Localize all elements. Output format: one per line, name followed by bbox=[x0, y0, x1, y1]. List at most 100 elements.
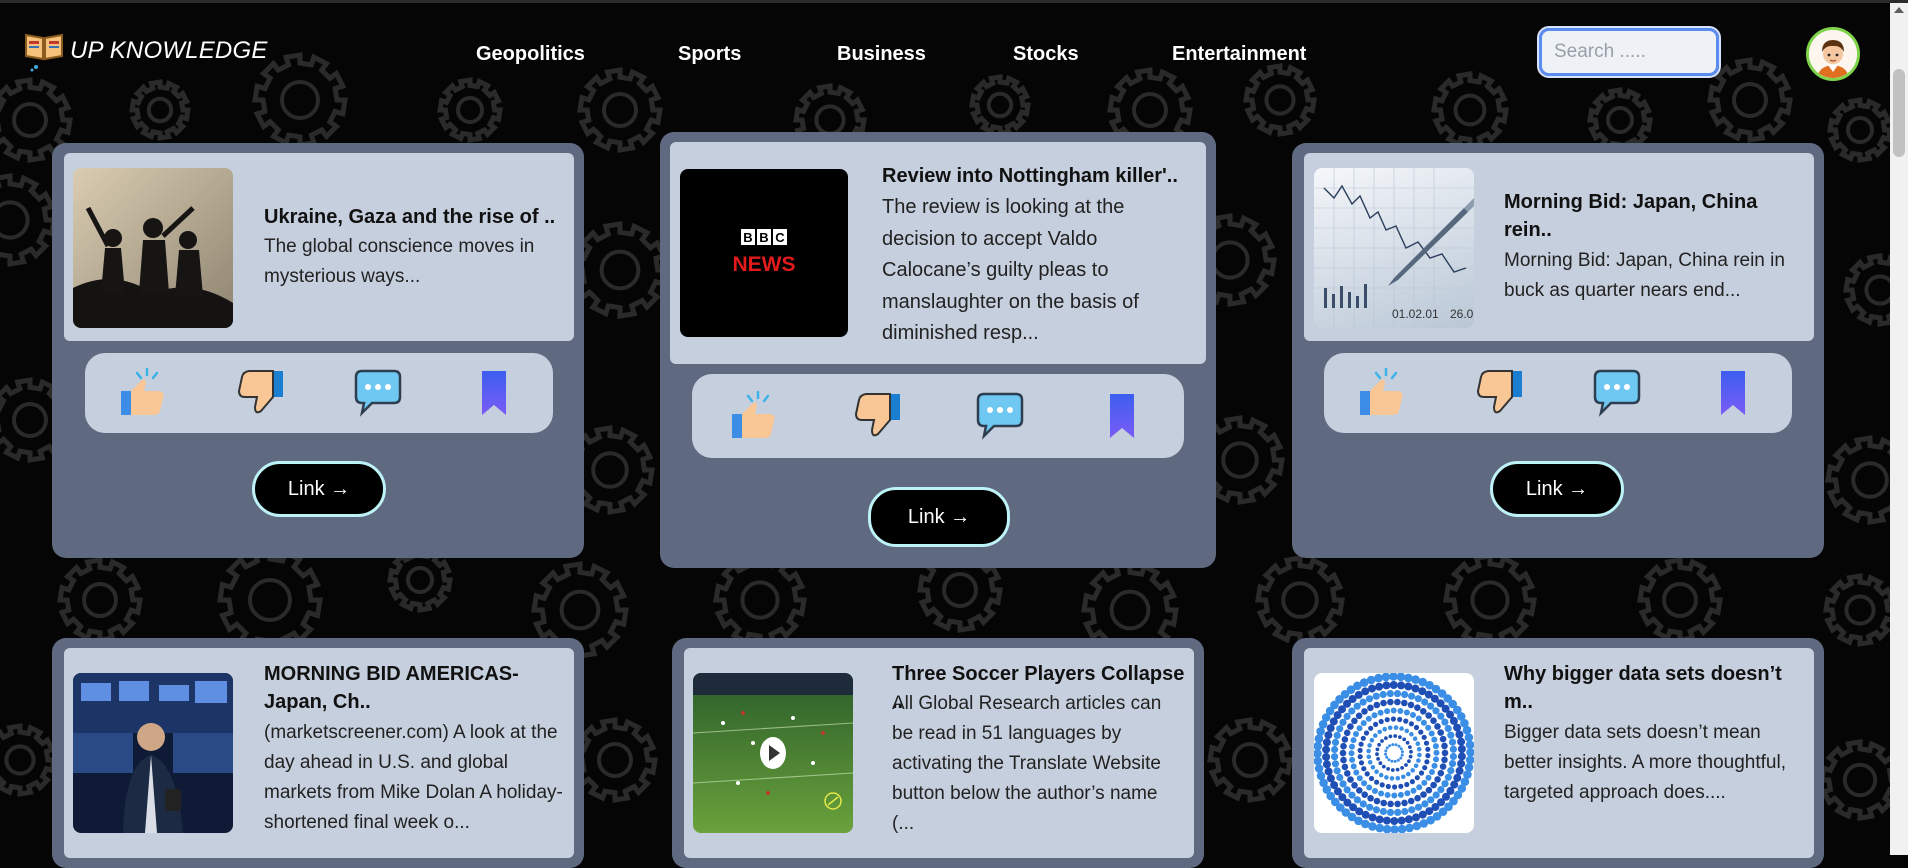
card-title[interactable]: Ukraine, Gaza and the rise of .. bbox=[264, 203, 564, 231]
thumbs-down-icon[interactable] bbox=[1472, 365, 1528, 421]
spiral-dot bbox=[1389, 681, 1398, 689]
card-image[interactable] bbox=[73, 673, 233, 833]
spiral-dot bbox=[1358, 760, 1365, 766]
spiral-dot bbox=[1437, 729, 1444, 736]
spiral-dot bbox=[1434, 776, 1441, 783]
spiral-dot bbox=[1403, 709, 1410, 716]
card-image[interactable]: 01.02.01 26.0 bbox=[1314, 168, 1474, 328]
spiral-dot bbox=[1430, 717, 1437, 724]
spiral-dot bbox=[1375, 747, 1380, 752]
news-wordmark: NEWS bbox=[733, 253, 796, 276]
bookmark-icon[interactable] bbox=[1705, 365, 1761, 421]
spiral-dot bbox=[1381, 673, 1391, 682]
spiral-dot bbox=[1339, 718, 1347, 726]
card-title[interactable]: Morning Bid: Japan, China rein.. bbox=[1504, 188, 1804, 244]
spiral-dot bbox=[1322, 745, 1331, 754]
spiral-dot bbox=[1386, 767, 1390, 771]
user-avatar[interactable] bbox=[1806, 27, 1860, 81]
spiral-dot bbox=[1410, 787, 1417, 794]
thumbs-down-icon[interactable] bbox=[850, 388, 906, 444]
spiral-dot bbox=[1387, 800, 1394, 808]
news-card: Three Soccer Players Collapse .. All Glo… bbox=[672, 638, 1204, 868]
spiral-dot bbox=[1390, 817, 1399, 825]
scroll-up-arrow-icon[interactable] bbox=[1894, 7, 1904, 13]
spiral-dot bbox=[1366, 754, 1372, 760]
stock-trader-image bbox=[73, 673, 233, 833]
gear-pattern-icon bbox=[1637, 557, 1723, 643]
spiral-dot bbox=[1386, 808, 1395, 816]
spiral-dot bbox=[1348, 707, 1356, 715]
nav-business[interactable]: Business bbox=[837, 43, 926, 66]
spiral-dot bbox=[1339, 780, 1347, 788]
nav-entertainment[interactable]: Entertainment bbox=[1172, 43, 1306, 66]
spiral-dot bbox=[1427, 796, 1435, 804]
spiral-dot bbox=[1414, 775, 1420, 781]
spiral-dot bbox=[1420, 719, 1427, 726]
comment-icon[interactable] bbox=[1589, 365, 1645, 421]
link-button[interactable]: Link → bbox=[252, 461, 386, 517]
spiral-dot bbox=[1371, 712, 1378, 719]
vertical-scrollbar[interactable] bbox=[1890, 3, 1908, 855]
spiral-dot bbox=[1420, 708, 1427, 715]
bookmark-icon[interactable] bbox=[1094, 388, 1150, 444]
thumbs-up-icon[interactable] bbox=[726, 388, 782, 444]
comment-icon[interactable] bbox=[972, 388, 1028, 444]
spiral-dot bbox=[1378, 761, 1383, 766]
spiral-dot bbox=[1427, 702, 1435, 710]
spiral-dot bbox=[1393, 725, 1399, 730]
card-description: All Global Research articles can be read… bbox=[892, 693, 1162, 834]
nav-stocks[interactable]: Stocks bbox=[1013, 43, 1079, 66]
thumbs-up-icon[interactable] bbox=[115, 365, 171, 421]
card-title[interactable]: Why bigger data sets doesn’t m.. bbox=[1504, 660, 1804, 716]
thumbs-down-icon[interactable] bbox=[233, 365, 289, 421]
nav-geopolitics[interactable]: Geopolitics bbox=[476, 43, 585, 66]
spiral-dot bbox=[1375, 682, 1384, 691]
silhouette-figures-image bbox=[73, 206, 233, 328]
thumbs-up-icon[interactable] bbox=[1354, 365, 1410, 421]
spiral-dot bbox=[1441, 742, 1448, 750]
spiral-dot bbox=[1407, 701, 1415, 709]
spiral-dot bbox=[1405, 823, 1414, 833]
spiral-dot bbox=[1397, 791, 1404, 798]
spiral-dot bbox=[1353, 769, 1360, 776]
spiral-dot bbox=[1404, 673, 1413, 683]
spiral-dot bbox=[1441, 749, 1449, 757]
nav-sports[interactable]: Sports bbox=[678, 43, 741, 66]
spiral-dot bbox=[1322, 760, 1331, 769]
spiral-dot bbox=[1387, 725, 1393, 731]
spiral-dot bbox=[1429, 769, 1435, 775]
spiral-dot bbox=[1357, 747, 1363, 753]
card-image[interactable] bbox=[73, 168, 233, 328]
card-title[interactable]: Review into Nottingham killer'.. bbox=[882, 162, 1200, 190]
comment-icon[interactable] bbox=[350, 365, 406, 421]
card-image[interactable]: B B C NEWS bbox=[680, 169, 848, 337]
card-description: (marketscreener.com) A look at the day a… bbox=[264, 722, 563, 833]
bookmark-icon[interactable] bbox=[466, 365, 522, 421]
spiral-dot bbox=[1336, 725, 1344, 733]
spiral-dot bbox=[1412, 813, 1420, 822]
spiral-dot bbox=[1441, 780, 1449, 788]
link-button[interactable]: Link → bbox=[868, 487, 1010, 547]
spiral-dot bbox=[1408, 745, 1412, 749]
spiral-dot bbox=[1416, 746, 1422, 752]
spiral-dot bbox=[1444, 724, 1452, 733]
spiral-dot bbox=[1356, 775, 1363, 782]
spiral-dot bbox=[1387, 758, 1391, 762]
spiral-dot bbox=[1425, 712, 1432, 719]
news-card: Ukraine, Gaza and the rise of .. The glo… bbox=[52, 143, 584, 558]
spiral-dot bbox=[1379, 782, 1385, 788]
scrollbar-thumb[interactable] bbox=[1893, 69, 1905, 157]
spiral-dot bbox=[1361, 766, 1367, 772]
card-image[interactable] bbox=[1314, 673, 1474, 833]
spiral-dot bbox=[1364, 771, 1370, 777]
search-input[interactable] bbox=[1537, 26, 1721, 78]
card-content: Ukraine, Gaza and the rise of .. The glo… bbox=[64, 153, 574, 341]
spiral-dot bbox=[1382, 681, 1391, 690]
spiral-dot bbox=[1394, 743, 1398, 747]
link-button[interactable]: Link → bbox=[1490, 461, 1624, 517]
card-image[interactable] bbox=[693, 673, 853, 833]
spiral-dot bbox=[1408, 692, 1416, 700]
spiral-dot bbox=[1408, 806, 1416, 814]
card-title[interactable]: MORNING BID AMERICAS-Japan, Ch.. bbox=[264, 660, 564, 716]
chart-value-label: 26.0 bbox=[1450, 307, 1474, 321]
